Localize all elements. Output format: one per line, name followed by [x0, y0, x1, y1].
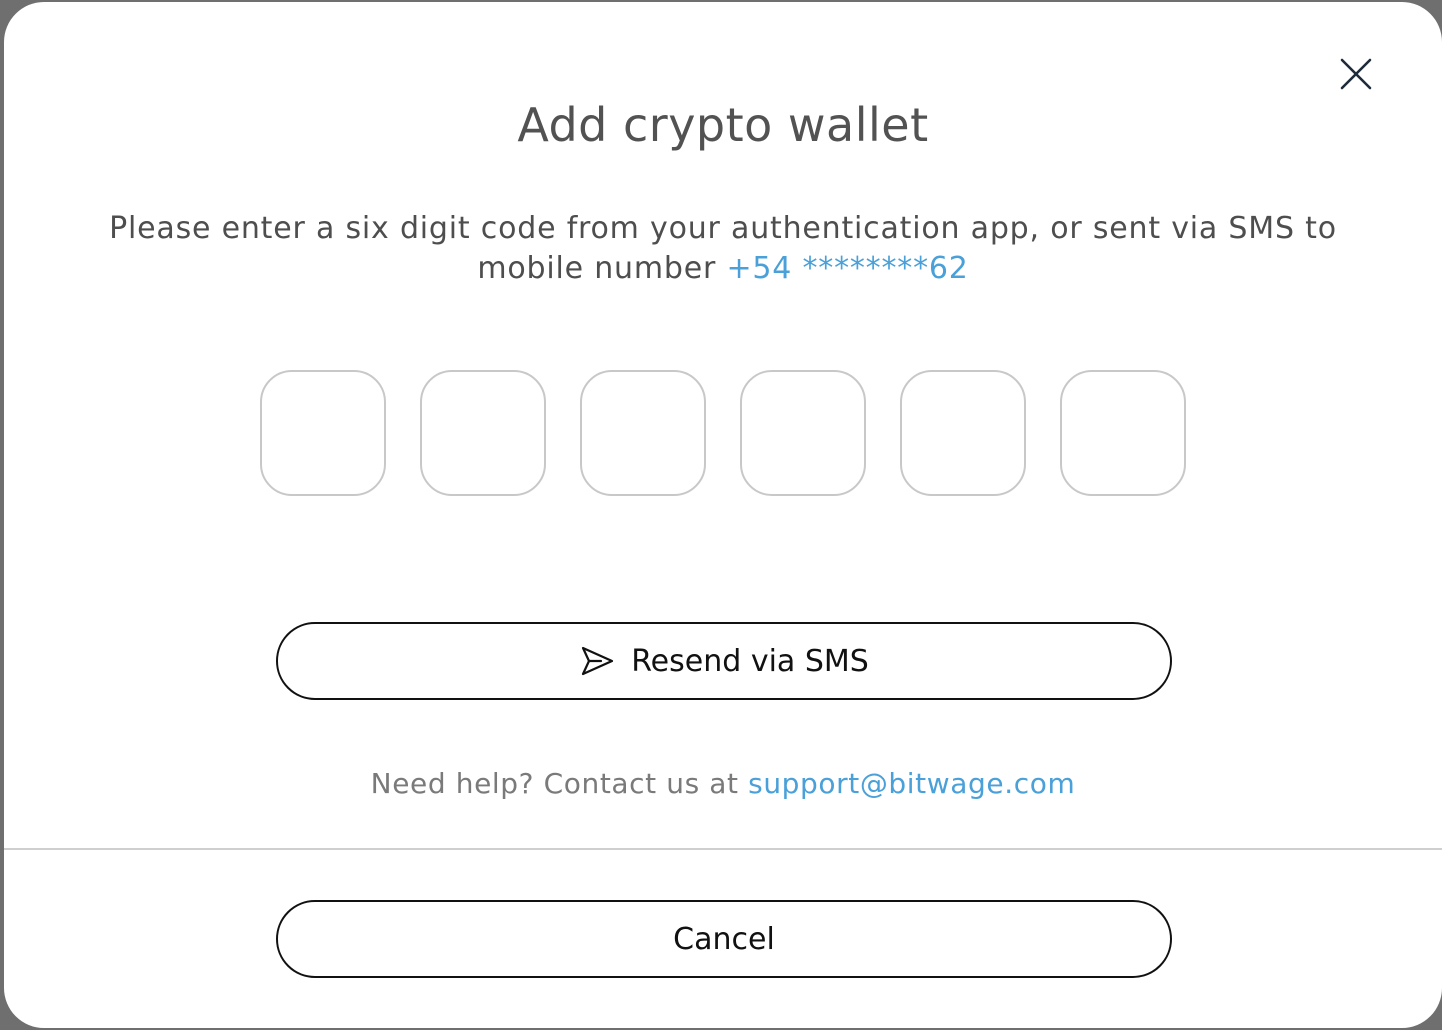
close-button[interactable]	[1334, 56, 1378, 96]
add-crypto-wallet-modal: Add crypto wallet Please enter a six dig…	[4, 2, 1442, 1028]
masked-phone-number: +54 ********62	[726, 251, 969, 286]
code-digit-1[interactable]	[260, 370, 386, 496]
send-icon	[579, 643, 615, 679]
support-email-link[interactable]: support@bitwage.com	[748, 767, 1075, 800]
help-prefix: Need help? Contact us at	[370, 767, 749, 800]
code-digit-6[interactable]	[1060, 370, 1186, 496]
help-text: Need help? Contact us at support@bitwage…	[4, 767, 1442, 800]
code-digit-2[interactable]	[420, 370, 546, 496]
cancel-button[interactable]: Cancel	[276, 900, 1172, 978]
cancel-label: Cancel	[673, 921, 775, 957]
code-digit-3[interactable]	[580, 370, 706, 496]
close-icon	[1339, 57, 1373, 95]
instructions-text: Please enter a six digit code from your …	[64, 209, 1382, 289]
modal-title: Add crypto wallet	[517, 98, 929, 152]
code-digit-4[interactable]	[740, 370, 866, 496]
instructions-body: Please enter a six digit code from your …	[109, 211, 1337, 286]
code-digit-5[interactable]	[900, 370, 1026, 496]
resend-sms-button[interactable]: Resend via SMS	[276, 622, 1172, 700]
resend-sms-label: Resend via SMS	[631, 643, 869, 679]
code-input-row	[260, 370, 1186, 496]
footer-divider	[4, 848, 1442, 850]
